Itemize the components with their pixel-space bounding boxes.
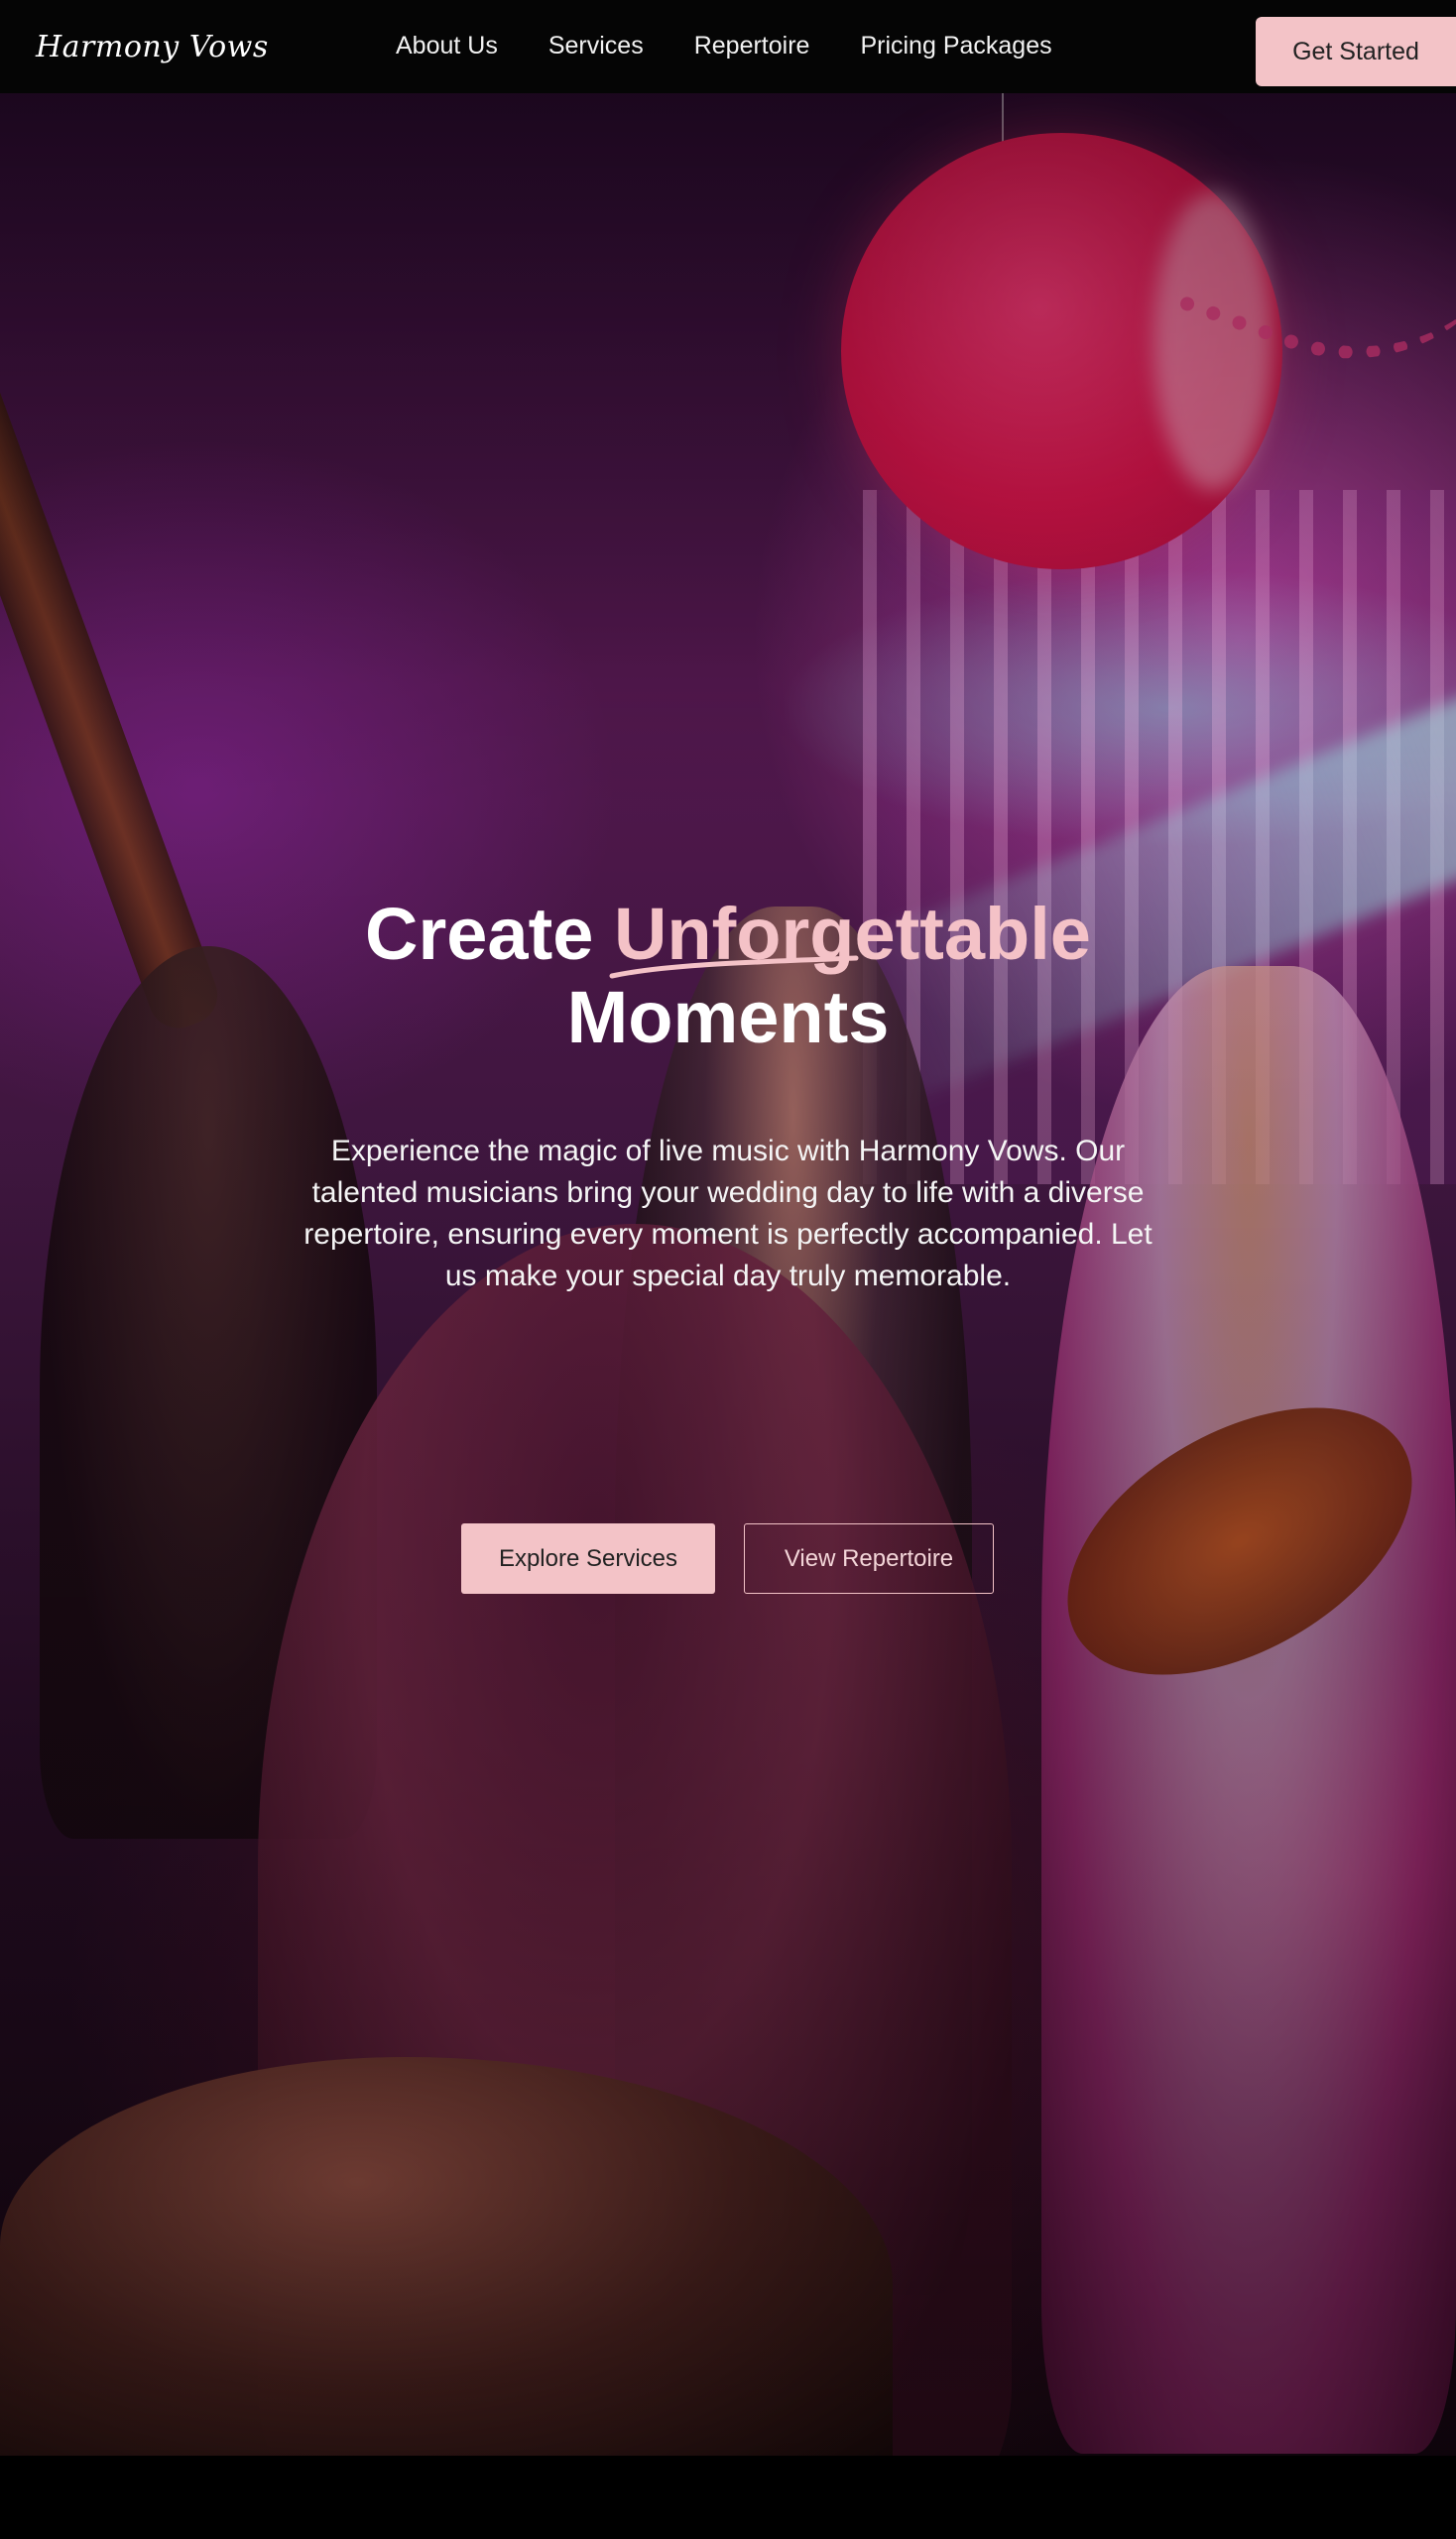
hero-subtitle: Experience the magic of live music with … — [303, 1135, 1153, 1292]
hero-title: Create Unforgettable Moments — [0, 893, 1456, 1059]
brand-logo[interactable]: Harmony Vows — [36, 30, 269, 64]
top-nav: Harmony Vows About Us Services Repertoir… — [0, 0, 1456, 93]
explore-services-button[interactable]: Explore Services — [461, 1523, 715, 1594]
hero-title-lead: Create — [365, 893, 594, 975]
view-repertoire-button[interactable]: View Repertoire — [744, 1523, 994, 1594]
nav-link-services[interactable]: Services — [548, 32, 644, 60]
nav-links: About Us Services Repertoire Pricing Pac… — [396, 32, 1103, 60]
get-started-button[interactable]: Get Started — [1256, 17, 1456, 86]
hero-title-end: Moments — [566, 976, 890, 1058]
nav-link-pricing-packages[interactable]: Pricing Packages — [860, 32, 1051, 60]
accent-underline-icon — [609, 955, 859, 979]
nav-link-about-us[interactable]: About Us — [396, 32, 498, 60]
hero-title-accent: Unforgettable — [609, 893, 1091, 979]
nav-link-repertoire[interactable]: Repertoire — [694, 32, 810, 60]
